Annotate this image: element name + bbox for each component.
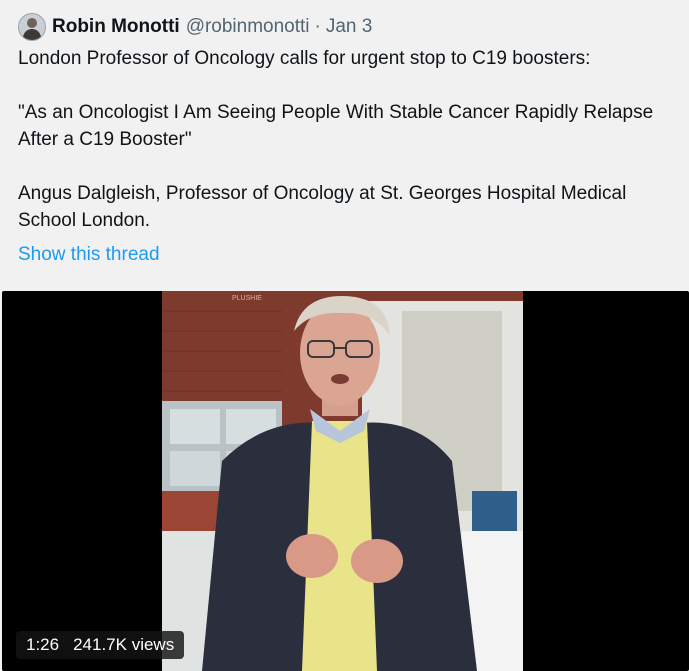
person-mouth xyxy=(331,374,349,384)
video-view-count: 241.7K views xyxy=(73,635,175,654)
author-display-name[interactable]: Robin Monotti xyxy=(52,16,180,38)
video-scene: PLUSHIE xyxy=(162,291,523,671)
tweet-card[interactable]: Robin Monotti @robinmonotti · Jan 3 Lond… xyxy=(0,0,689,671)
video-player[interactable]: PLUSHIE 1:26 241.7K views xyxy=(2,291,689,671)
tweet-date[interactable]: Jan 3 xyxy=(326,16,372,38)
person-left-hand xyxy=(286,534,338,578)
window-glass xyxy=(170,409,220,444)
video-duration: 1:26 xyxy=(26,635,60,654)
author-handle[interactable]: @robinmonotti xyxy=(186,16,310,38)
video-watermark: PLUSHIE xyxy=(232,295,262,302)
video-meta-overlay: 1:26 241.7K views xyxy=(16,631,185,659)
lab-bottle xyxy=(472,491,517,531)
avatar-head xyxy=(27,18,37,28)
separator-dot: · xyxy=(314,16,321,37)
tweet-text-quote: "As an Oncologist I Am Seeing People Wit… xyxy=(18,102,654,150)
tweet-text-line: London Professor of Oncology calls for u… xyxy=(18,48,591,69)
window-glass xyxy=(170,451,220,486)
avatar-body xyxy=(23,29,41,40)
tweet-header: Robin Monotti @robinmonotti · Jan 3 xyxy=(18,12,372,42)
tweet-body: London Professor of Oncology calls for u… xyxy=(18,45,678,261)
tweet-text-attribution: Angus Dalgleish, Professor of Oncology a… xyxy=(18,183,627,231)
show-thread-link[interactable]: Show this thread xyxy=(18,244,160,266)
avatar[interactable] xyxy=(18,13,46,41)
video-frame[interactable]: PLUSHIE xyxy=(162,291,523,671)
person-right-hand xyxy=(351,539,403,583)
